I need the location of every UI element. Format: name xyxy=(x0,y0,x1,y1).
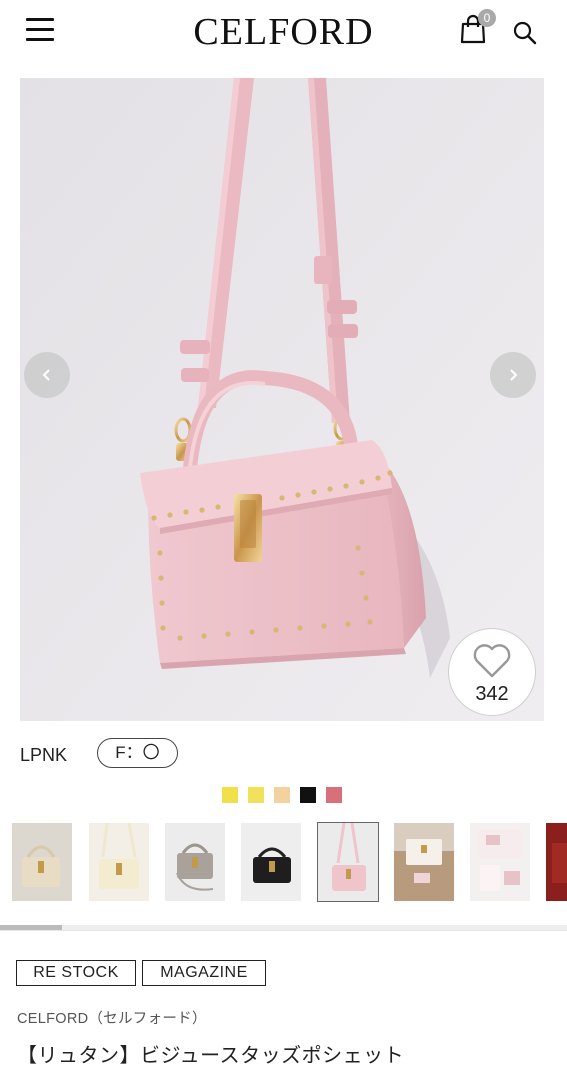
search-button[interactable] xyxy=(512,20,538,46)
tag-restock[interactable]: RE STOCK xyxy=(16,960,136,986)
product-main-image[interactable] xyxy=(20,78,544,721)
color-swatch-light-yellow[interactable] xyxy=(248,787,264,803)
color-swatch-beige[interactable] xyxy=(274,787,290,803)
size-option-button[interactable]: F：〇 xyxy=(97,738,178,768)
color-swatch-yellow[interactable] xyxy=(222,787,238,803)
thumbnail-bag-grey[interactable] xyxy=(165,823,225,901)
bag-thumbnail-image xyxy=(22,845,60,887)
brand-name[interactable]: CELFORD（セルフォード） xyxy=(17,1007,207,1028)
color-code-label: LPNK xyxy=(20,745,68,765)
bag-thumbnail-image xyxy=(394,823,454,883)
thumbnail-strip xyxy=(0,821,567,903)
next-image-button[interactable] xyxy=(490,352,536,398)
chevron-left-icon xyxy=(42,369,50,381)
color-swatch-pink[interactable] xyxy=(326,787,342,803)
thumbnail-bag-ivory[interactable] xyxy=(89,823,149,901)
search-icon xyxy=(513,21,537,45)
bag-thumbnail-image xyxy=(478,829,522,891)
cart-button[interactable]: 0 xyxy=(460,9,496,50)
product-title: 【リュタン】ビジュースタッズポシェット xyxy=(17,1045,405,1067)
thumbnail-bag-red[interactable] xyxy=(546,823,567,901)
bag-thumbnail-image xyxy=(552,843,567,883)
prev-image-button[interactable] xyxy=(24,352,70,398)
bag-thumbnail-image xyxy=(176,843,214,891)
section-divider xyxy=(0,930,567,931)
thumbnail-bag-beige-gold[interactable] xyxy=(12,823,72,901)
heart-outline-icon xyxy=(473,644,511,678)
chevron-right-icon xyxy=(510,369,518,381)
thumbnail-bag-light-pink[interactable] xyxy=(317,822,379,902)
color-swatch-black[interactable] xyxy=(300,787,316,803)
bag-thumbnail-image xyxy=(332,823,366,891)
thumbnail-bag-packaging[interactable] xyxy=(470,823,530,901)
color-swatches xyxy=(222,787,342,803)
thumbnail-bag-black[interactable] xyxy=(241,823,301,901)
favorite-count: 342 xyxy=(475,683,509,705)
thumbnail-bag-lifestyle-table[interactable] xyxy=(394,823,454,901)
pink-handbag-photo xyxy=(20,78,544,721)
bag-thumbnail-image xyxy=(99,823,139,889)
tag-magazine[interactable]: MAGAZINE xyxy=(142,960,266,986)
bag-thumbnail-image xyxy=(253,847,291,883)
favorite-button[interactable]: 342 xyxy=(448,628,536,716)
site-header: CELFORD 0 xyxy=(0,0,567,68)
cart-count-badge: 0 xyxy=(478,9,496,27)
